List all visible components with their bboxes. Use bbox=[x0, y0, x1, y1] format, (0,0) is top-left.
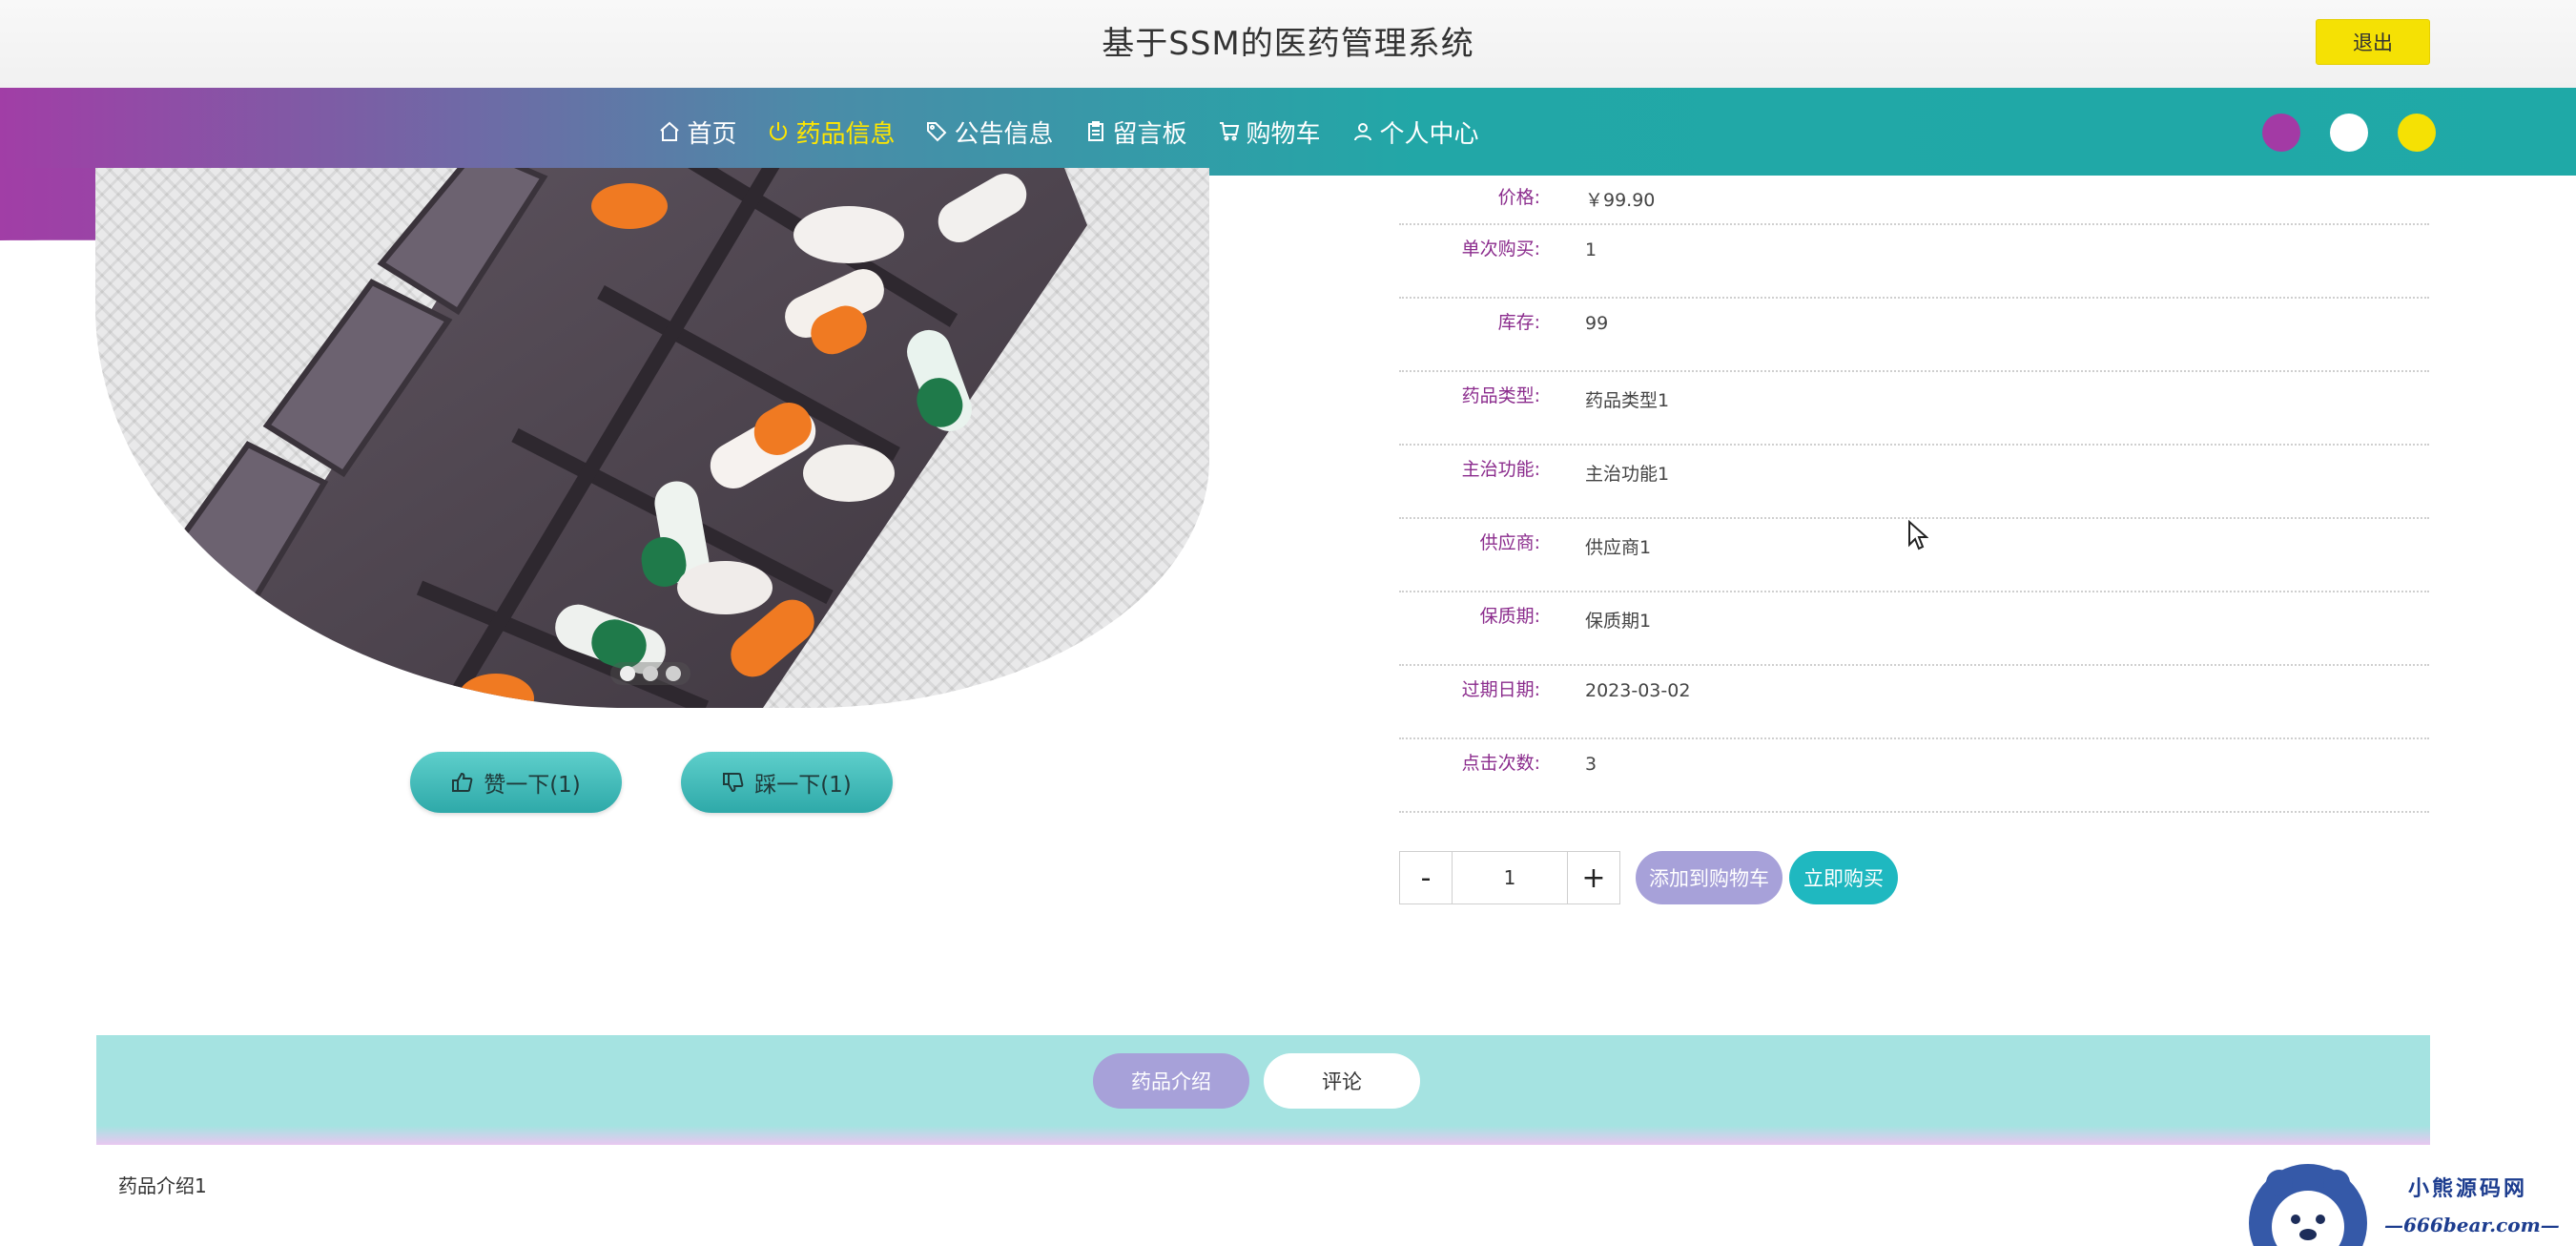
product-image-carousel[interactable] bbox=[95, 168, 1209, 708]
detail-label: 供应商: bbox=[1479, 532, 1540, 553]
tab-band-edge bbox=[96, 1126, 2430, 1145]
main-nav: 首页 药品信息 公告信息 留言板 购物车 个人中心 bbox=[0, 88, 2576, 176]
detail-value: 2023-03-02 bbox=[1585, 680, 1691, 701]
detail-label: 主治功能: bbox=[1461, 459, 1540, 480]
buy-now-button[interactable]: 立即购买 bbox=[1789, 851, 1898, 904]
nav-item-cart[interactable]: 购物车 bbox=[1218, 114, 1321, 150]
detail-row-price: 价格: ￥99.90 bbox=[1399, 172, 2429, 225]
detail-label: 单次购买: bbox=[1461, 239, 1540, 260]
detail-value: ￥99.90 bbox=[1585, 190, 1656, 211]
nav-item-message-board[interactable]: 留言板 bbox=[1084, 114, 1187, 150]
detail-row-clicks: 点击次数: 3 bbox=[1399, 739, 2429, 813]
home-icon bbox=[660, 121, 680, 141]
power-icon bbox=[770, 122, 788, 141]
detail-label: 药品类型: bbox=[1461, 385, 1540, 406]
detail-row-shelf-life: 保质期: 保质期1 bbox=[1399, 592, 2429, 666]
theme-purple-button[interactable] bbox=[2262, 114, 2300, 152]
bear-logo-icon bbox=[2249, 1164, 2367, 1246]
detail-value: 99 bbox=[1585, 313, 1609, 334]
carousel-dot[interactable] bbox=[620, 666, 635, 681]
carousel-dot[interactable] bbox=[666, 666, 681, 681]
detail-row-expiry-date: 过期日期: 2023-03-02 bbox=[1399, 666, 2429, 739]
carousel-dot[interactable] bbox=[643, 666, 658, 681]
quantity-input[interactable] bbox=[1453, 851, 1567, 904]
clipboard-icon bbox=[1087, 121, 1103, 141]
quantity-stepper: - + bbox=[1399, 851, 1620, 904]
logout-button[interactable]: 退出 bbox=[2316, 19, 2430, 65]
watermark-name: 小熊源码网 bbox=[2408, 1176, 2528, 1201]
detail-value: 供应商1 bbox=[1585, 537, 1652, 558]
theme-yellow-button[interactable] bbox=[2398, 114, 2436, 152]
detail-label: 点击次数: bbox=[1461, 753, 1540, 774]
thumbs-up-icon bbox=[452, 772, 473, 792]
detail-row-function: 主治功能: 主治功能1 bbox=[1399, 446, 2429, 519]
nav-item-announcements[interactable]: 公告信息 bbox=[925, 114, 1054, 150]
pill-organizer-image bbox=[95, 168, 1209, 708]
dislike-button[interactable]: 踩一下(1) bbox=[681, 752, 893, 813]
mouse-cursor-icon bbox=[1908, 520, 1928, 550]
carousel-indicators bbox=[610, 662, 690, 685]
nav-label: 个人中心 bbox=[1379, 119, 1479, 149]
detail-row-stock: 库存: 99 bbox=[1399, 299, 2429, 372]
add-to-cart-button[interactable]: 添加到购物车 bbox=[1636, 851, 1783, 904]
nav-label: 留言板 bbox=[1112, 119, 1187, 149]
increment-button[interactable]: + bbox=[1567, 851, 1620, 904]
tag-icon bbox=[927, 122, 947, 142]
product-details: 价格: ￥99.90 单次购买: 1 库存: 99 药品类型: 药品类型1 主治… bbox=[1399, 172, 2429, 813]
nav-item-medicine-info[interactable]: 药品信息 bbox=[767, 114, 895, 150]
top-bar: 基于SSM的医药管理系统 退出 bbox=[0, 0, 2576, 88]
like-button[interactable]: 赞一下(1) bbox=[410, 752, 622, 813]
nav-label: 首页 bbox=[687, 119, 737, 149]
nav-item-home[interactable]: 首页 bbox=[658, 114, 736, 150]
detail-label: 保质期: bbox=[1479, 606, 1540, 627]
detail-value: 3 bbox=[1585, 754, 1597, 775]
nav-label: 公告信息 bbox=[954, 119, 1054, 149]
detail-value: 1 bbox=[1585, 239, 1597, 260]
thumbs-down-icon bbox=[723, 773, 744, 793]
detail-row-single-purchase: 单次购买: 1 bbox=[1399, 225, 2429, 299]
like-label: 赞一下(1) bbox=[484, 773, 581, 798]
tab-description[interactable]: 药品介绍 bbox=[1093, 1053, 1249, 1109]
detail-value: 药品类型1 bbox=[1585, 390, 1670, 411]
description-text: 药品介绍1 bbox=[118, 1174, 207, 1197]
nav-label: 购物车 bbox=[1246, 119, 1321, 149]
detail-value: 主治功能1 bbox=[1585, 464, 1670, 485]
detail-value: 保质期1 bbox=[1585, 611, 1652, 632]
detail-label: 过期日期: bbox=[1461, 679, 1540, 700]
theme-white-button[interactable] bbox=[2330, 114, 2368, 152]
tab-comments[interactable]: 评论 bbox=[1264, 1053, 1420, 1109]
dislike-label: 踩一下(1) bbox=[754, 773, 852, 798]
user-icon bbox=[1353, 123, 1371, 141]
cart-icon bbox=[1219, 122, 1239, 141]
nav-item-profile[interactable]: 个人中心 bbox=[1351, 114, 1479, 150]
detail-label: 价格: bbox=[1497, 187, 1540, 208]
detail-row-type: 药品类型: 药品类型1 bbox=[1399, 372, 2429, 446]
site-title: 基于SSM的医药管理系统 bbox=[1102, 25, 1474, 63]
detail-label: 库存: bbox=[1497, 312, 1540, 333]
watermark-url: —666bear.com— bbox=[2384, 1214, 2560, 1236]
nav-label: 药品信息 bbox=[795, 119, 896, 149]
decrement-button[interactable]: - bbox=[1399, 851, 1453, 904]
